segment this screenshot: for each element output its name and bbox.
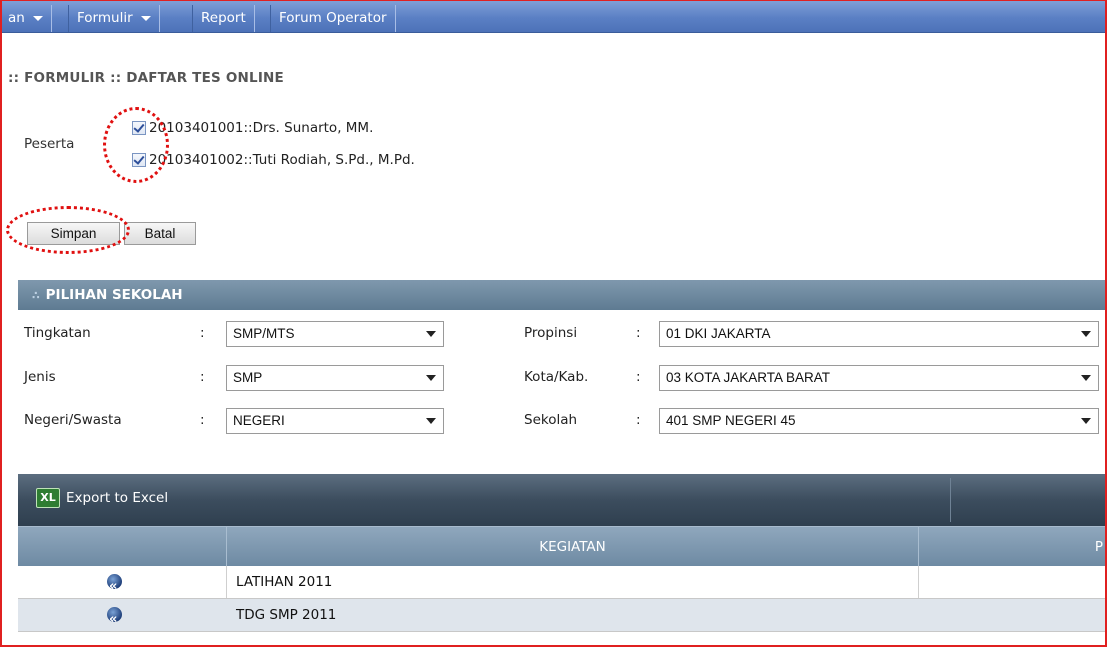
grid-header: KEGIATAN P [18, 526, 1105, 567]
peserta-option-label: 20103401002::Tuti Rodiah, S.Pd., M.Pd. [149, 152, 415, 168]
sekolah-select[interactable]: 401 SMP NEGERI 45 [659, 408, 1099, 434]
negeri-swasta-select[interactable]: NEGERI [226, 408, 444, 434]
negeri-swasta-value: NEGERI [233, 413, 285, 428]
peserta-checkbox[interactable] [132, 121, 146, 135]
colon: : [200, 412, 205, 428]
kota-value: 03 KOTA JAKARTA BARAT [666, 370, 831, 385]
grip-icon: ∴ [32, 289, 40, 302]
row-action-cell [18, 566, 227, 603]
column-header-action [18, 527, 227, 567]
top-menu-bar: an Formulir Report Forum Operator [2, 1, 1105, 33]
peserta-checkbox[interactable] [132, 153, 146, 167]
jenis-label: Jenis [24, 369, 56, 385]
table-row: TDG SMP 2011 [18, 599, 1105, 636]
export-to-excel-button[interactable]: XL Export to Excel [36, 488, 168, 508]
peserta-option[interactable]: 20103401001::Drs. Sunarto, MM. [132, 118, 373, 138]
peserta-label: Peserta [24, 136, 75, 152]
peserta-option[interactable]: 20103401002::Tuti Rodiah, S.Pd., M.Pd. [132, 150, 415, 170]
cancel-button[interactable]: Batal [124, 222, 196, 245]
toolbar-divider [950, 478, 951, 522]
colon: : [636, 369, 641, 385]
propinsi-select[interactable]: 01 DKI JAKARTA [659, 321, 1099, 347]
menu-item-label: Report [201, 10, 246, 26]
kota-label: Kota/Kab. [524, 369, 589, 385]
rewind-icon[interactable] [107, 571, 122, 603]
chevron-down-icon [140, 15, 151, 21]
column-header-kegiatan[interactable]: KEGIATAN [227, 527, 919, 567]
sekolah-label: Sekolah [524, 412, 578, 428]
excel-icon: XL [36, 488, 60, 508]
colon: : [200, 369, 205, 385]
tingkatan-select[interactable]: SMP/MTS [226, 321, 444, 347]
tingkatan-value: SMP/MTS [233, 326, 295, 341]
menu-item-formulir[interactable]: Formulir [68, 5, 160, 32]
menu-item-label: Forum Operator [279, 10, 387, 26]
page-title: :: FORMULIR :: DAFTAR TES ONLINE [8, 70, 284, 86]
rewind-icon[interactable] [107, 604, 122, 636]
dropdown-arrow-icon [426, 418, 436, 424]
panel-title: PILIHAN SEKOLAH [45, 287, 183, 303]
peserta-option-label: 20103401001::Drs. Sunarto, MM. [149, 120, 374, 136]
chevron-down-icon [32, 15, 43, 21]
menu-item-forum-operator[interactable]: Forum Operator [270, 5, 396, 32]
pilihan-sekolah-header: ∴ PILIHAN SEKOLAH [18, 280, 1105, 310]
menu-item-label: an [8, 10, 25, 26]
kota-select[interactable]: 03 KOTA JAKARTA BARAT [659, 365, 1099, 391]
negeri-swasta-label: Negeri/Swasta [24, 412, 122, 428]
dropdown-arrow-icon [1081, 418, 1091, 424]
dropdown-arrow-icon [1081, 331, 1091, 337]
export-label: Export to Excel [66, 490, 169, 506]
table-row: LATIHAN 2011 [18, 566, 1105, 603]
jenis-value: SMP [233, 370, 263, 385]
tingkatan-label: Tingkatan [24, 325, 91, 341]
colon: : [200, 325, 205, 341]
grid-toolbar: XL Export to Excel [18, 474, 1105, 526]
colon: : [636, 412, 641, 428]
dropdown-arrow-icon [1081, 375, 1091, 381]
p-cell [919, 599, 1105, 631]
propinsi-value: 01 DKI JAKARTA [666, 326, 771, 341]
sekolah-value: 401 SMP NEGERI 45 [666, 413, 796, 428]
menu-item-an[interactable]: an [2, 5, 52, 32]
jenis-select[interactable]: SMP [226, 365, 444, 391]
kegiatan-cell: LATIHAN 2011 [227, 566, 919, 598]
dropdown-arrow-icon [426, 375, 436, 381]
menu-item-report[interactable]: Report [192, 5, 255, 32]
row-action-cell [18, 599, 227, 636]
menu-item-label: Formulir [77, 10, 133, 26]
kegiatan-cell: TDG SMP 2011 [236, 607, 337, 623]
column-header-p[interactable]: P [919, 527, 1105, 567]
p-cell [919, 566, 1105, 598]
propinsi-label: Propinsi [524, 325, 578, 341]
save-button[interactable]: Simpan [27, 222, 120, 245]
dropdown-arrow-icon [426, 331, 436, 337]
colon: : [636, 325, 641, 341]
